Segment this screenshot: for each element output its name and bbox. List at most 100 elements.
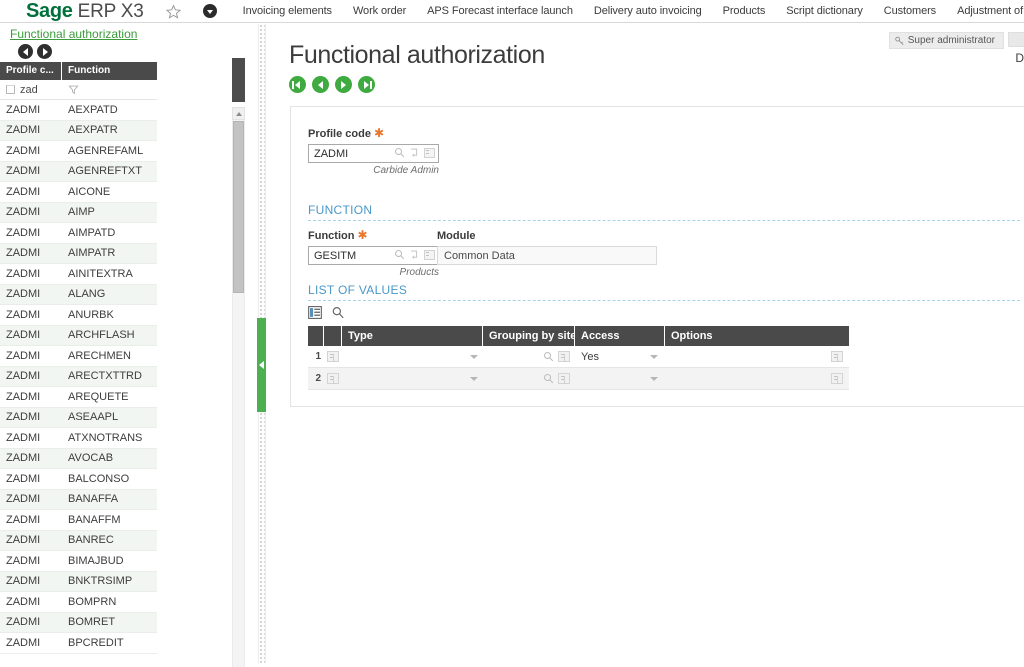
sage-logo[interactable]: Sage ERP X3	[26, 0, 144, 23]
menu-item-invoicing-elements[interactable]: Invoicing elements	[243, 5, 332, 17]
left-list-row[interactable]: ZADMIAREQUETE	[0, 387, 157, 408]
values-column-header-grouping-by-site[interactable]: Grouping by site	[483, 326, 575, 346]
left-panel-scrollbar-thumb[interactable]	[233, 121, 244, 293]
selection-list-icon[interactable]	[424, 250, 435, 260]
filter-function-cell[interactable]	[62, 84, 157, 95]
chevron-down-badge-icon[interactable]	[203, 4, 217, 18]
left-list-row[interactable]: ZADMIBANAFFM	[0, 510, 157, 531]
left-list-row[interactable]: ZADMIAGENREFTXT	[0, 162, 157, 183]
left-pager-next-icon[interactable]	[37, 44, 52, 59]
left-panel-top-marker[interactable]	[232, 58, 245, 102]
left-list-row[interactable]: ZADMIBANREC	[0, 531, 157, 552]
values-cell-grouping-by-site[interactable]	[483, 351, 575, 362]
left-panel-scroll-up-icon[interactable]	[232, 107, 245, 120]
right-edge-panel-clip[interactable]	[1008, 32, 1024, 47]
module-input[interactable]	[438, 247, 646, 264]
row-detail-icon[interactable]	[831, 373, 843, 384]
left-column-header-profile-code[interactable]: Profile c...	[0, 62, 62, 80]
left-list-row[interactable]: ZADMIBIMAJBUD	[0, 551, 157, 572]
left-list-row[interactable]: ZADMIBNKTRSIMP	[0, 572, 157, 593]
left-list-row[interactable]: ZADMIBANAFFA	[0, 490, 157, 511]
row-detail-icon[interactable]	[558, 373, 570, 384]
jump-to-icon[interactable]	[409, 147, 420, 158]
grid-view-icon[interactable]	[308, 306, 322, 319]
chevron-down-icon[interactable]	[650, 377, 658, 381]
left-list-row[interactable]: ZADMIAVOCAB	[0, 449, 157, 470]
module-input-wrap[interactable]	[437, 246, 657, 265]
chevron-down-icon[interactable]	[470, 355, 478, 359]
values-column-header-type[interactable]: Type	[342, 326, 483, 346]
values-row-select-cell[interactable]	[324, 351, 342, 362]
values-cell-type[interactable]	[342, 355, 483, 359]
chevron-down-icon[interactable]	[650, 355, 658, 359]
menu-item-adjustment-of-stock-shortages[interactable]: Adjustment of stock shortages	[957, 5, 1024, 17]
menu-item-delivery-auto-invoicing[interactable]: Delivery auto invoicing	[594, 5, 702, 17]
menu-item-work-order[interactable]: Work order	[353, 5, 406, 17]
function-input-wrap[interactable]	[308, 246, 439, 265]
values-cell-options[interactable]	[665, 351, 849, 362]
left-list-row[interactable]: ZADMIBALCONSO	[0, 469, 157, 490]
values-cell-options[interactable]	[665, 373, 849, 384]
left-list-row[interactable]: ZADMIAEXPATD	[0, 100, 157, 121]
left-list-row[interactable]: ZADMIANURBK	[0, 305, 157, 326]
collapse-panel-handle[interactable]	[257, 318, 266, 412]
left-list-row[interactable]: ZADMIBPCREDIT	[0, 633, 157, 654]
row-detail-icon[interactable]	[558, 351, 570, 362]
filter-checkbox-icon[interactable]	[6, 85, 15, 94]
profile-code-input[interactable]	[309, 145, 381, 162]
left-list-row[interactable]: ZADMIASEAAPL	[0, 408, 157, 429]
values-cell-grouping-by-site[interactable]	[483, 373, 575, 384]
filter-profile-code-cell[interactable]: zad	[0, 84, 62, 96]
row-detail-icon[interactable]	[831, 351, 843, 362]
values-row-select-cell[interactable]	[324, 373, 342, 384]
values-cell-access[interactable]: Yes	[575, 351, 665, 363]
left-list-row[interactable]: ZADMIBOMRET	[0, 613, 157, 634]
user-role-badge[interactable]: Super administrator	[889, 32, 1004, 49]
function-input[interactable]	[309, 247, 381, 264]
values-cell-type[interactable]	[342, 377, 483, 381]
values-table-row[interactable]: 1Yes	[308, 346, 849, 368]
left-column-header-function[interactable]: Function	[62, 62, 157, 80]
values-column-header-access[interactable]: Access	[575, 326, 665, 346]
menu-item-customers[interactable]: Customers	[884, 5, 936, 17]
left-list-row[interactable]: ZADMIBOMPRN	[0, 592, 157, 613]
left-list-row[interactable]: ZADMIARECHMEN	[0, 346, 157, 367]
values-column-header-options[interactable]: Options	[665, 326, 849, 346]
left-list-row[interactable]: ZADMIAGENREFAML	[0, 141, 157, 162]
left-list-row[interactable]: ZADMIAIMPATD	[0, 223, 157, 244]
search-icon[interactable]	[543, 373, 554, 384]
jump-to-icon[interactable]	[409, 249, 420, 260]
menu-item-aps-forecast-interface-launch[interactable]: APS Forecast interface launch	[427, 5, 573, 17]
left-list-row[interactable]: ZADMIARECTXTTRD	[0, 367, 157, 388]
left-list-row[interactable]: ZADMIATXNOTRANS	[0, 428, 157, 449]
left-panel-title[interactable]: Functional authorization	[10, 27, 137, 41]
left-list-row[interactable]: ZADMIALANG	[0, 285, 157, 306]
menu-item-script-dictionary[interactable]: Script dictionary	[786, 5, 863, 17]
previous-record-icon[interactable]	[312, 76, 329, 93]
left-pager-prev-icon[interactable]	[18, 44, 33, 59]
left-list-row[interactable]: ZADMIAICONE	[0, 182, 157, 203]
search-icon[interactable]	[331, 306, 345, 319]
filter-funnel-icon[interactable]	[68, 84, 79, 95]
menu-item-products[interactable]: Products	[723, 5, 766, 17]
search-icon[interactable]	[543, 351, 554, 362]
search-icon[interactable]	[394, 147, 405, 158]
row-detail-icon[interactable]	[327, 373, 339, 384]
favorite-star-icon[interactable]	[166, 4, 181, 19]
last-record-icon[interactable]	[358, 76, 375, 93]
row-detail-icon[interactable]	[327, 351, 339, 362]
module-field-group: Module	[437, 228, 657, 265]
profile-code-input-wrap[interactable]	[308, 144, 439, 163]
values-table-row[interactable]: 2	[308, 368, 849, 390]
chevron-down-icon[interactable]	[470, 377, 478, 381]
left-list-row[interactable]: ZADMIAIMPATR	[0, 244, 157, 265]
search-icon[interactable]	[394, 249, 405, 260]
next-record-icon[interactable]	[335, 76, 352, 93]
selection-list-icon[interactable]	[424, 148, 435, 158]
left-list-row[interactable]: ZADMIAINITEXTRA	[0, 264, 157, 285]
left-list-row[interactable]: ZADMIAEXPATR	[0, 121, 157, 142]
left-list-row[interactable]: ZADMIAIMP	[0, 203, 157, 224]
values-cell-access[interactable]	[575, 377, 665, 381]
first-record-icon[interactable]	[289, 76, 306, 93]
left-list-row[interactable]: ZADMIARCHFLASH	[0, 326, 157, 347]
